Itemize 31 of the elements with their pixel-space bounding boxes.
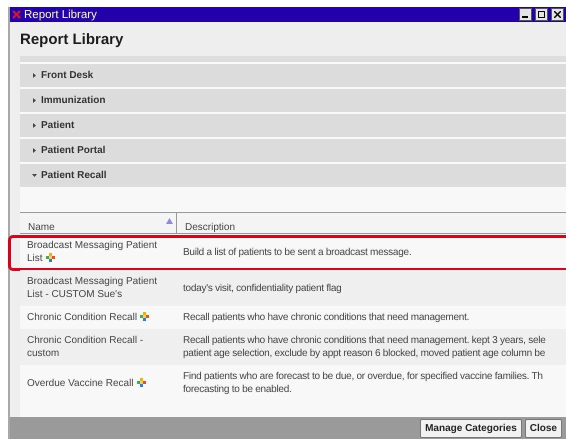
table-cell-text: Broadcast Messaging Patient List — [26, 239, 158, 266]
table-cell-text: today's visit, confidentiality patient flag — [182, 282, 342, 296]
close-icon — [554, 11, 561, 18]
maximize-icon — [538, 11, 545, 18]
category-header[interactable]: Patient — [20, 114, 566, 137]
column-header[interactable]: Description — [177, 213, 566, 233]
table-cell: Overdue Vaccine Recall — [20, 372, 177, 394]
maximize-button[interactable] — [535, 8, 548, 21]
table-cell-text: Recall patients who have chronic conditions that need management. — [182, 311, 470, 325]
table-cell-text: Broadcast Messaging Patient List - CUSTOM Sue's — [26, 275, 158, 302]
table-cell-text: Recall patients who have chronic conditions that need management. kept 3 years, sele patient age selection, exclude by appt reason 6 blocked, moved patient age column be — [182, 334, 547, 361]
category-header[interactable]: Patient Recall — [20, 164, 566, 187]
category-header[interactable]: Front Desk — [20, 64, 566, 87]
footer-button[interactable]: Manage Categories — [420, 418, 522, 438]
plus-icon — [136, 378, 146, 386]
app-logo-icon — [12, 10, 21, 19]
table-row[interactable]: Broadcast Messaging Patient List - CUSTOM Sue's today's visit, confidentiality patient flag — [20, 270, 566, 306]
column-header[interactable]: Name — [20, 213, 177, 233]
window-title: Report Library — [24, 8, 98, 20]
table-cell-text: Chronic Condition Recall - custom — [26, 334, 144, 361]
close-button[interactable] — [551, 8, 564, 21]
footer-button[interactable]: Close — [524, 418, 562, 438]
table-cell-text: Find patients who are forecast to be due, or overdue, for specified vaccine families. Th forecasting to be enabled. — [182, 370, 544, 397]
table-cell-text: Build a list of patients to be sent a broadcast message. — [182, 246, 412, 260]
category-header[interactable]: Immunization — [20, 89, 566, 112]
category-header[interactable]: Patient Portal — [20, 139, 566, 162]
table-cell: Chronic Condition Recall — [20, 306, 177, 329]
page-heading: Report Library — [19, 30, 124, 50]
plus-icon — [140, 312, 150, 321]
minimize-button[interactable] — [519, 8, 532, 21]
plus-icon — [46, 253, 55, 262]
